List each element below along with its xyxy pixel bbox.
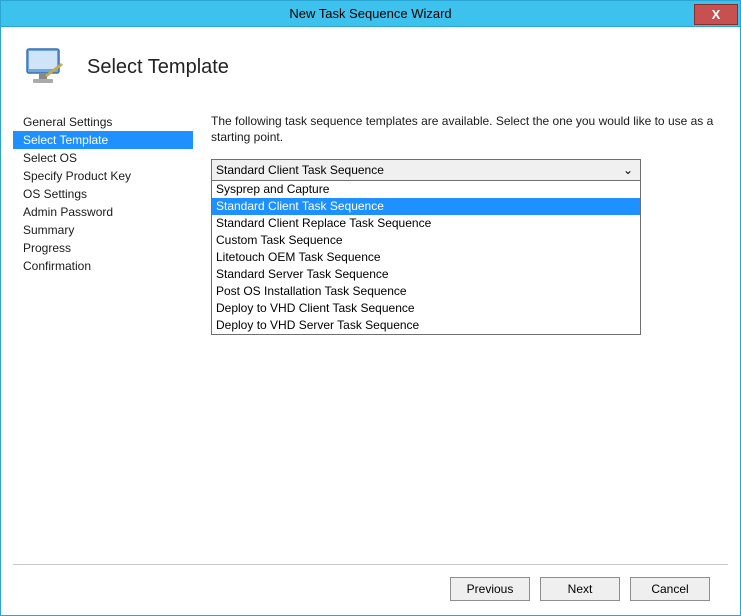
template-dropdown-list: Sysprep and Capture Standard Client Task… (211, 181, 641, 335)
nav-confirmation[interactable]: Confirmation (13, 257, 193, 275)
option-standard-client-replace[interactable]: Standard Client Replace Task Sequence (212, 215, 640, 232)
wizard-nav: General Settings Select Template Select … (13, 107, 193, 564)
chevron-down-icon: ⌄ (620, 163, 636, 177)
option-standard-server[interactable]: Standard Server Task Sequence (212, 266, 640, 283)
wizard-window: New Task Sequence Wizard X Select Templa… (0, 0, 741, 616)
main-panel: The following task sequence templates ar… (193, 107, 728, 564)
previous-button[interactable]: Previous (450, 577, 530, 601)
close-icon: X (712, 7, 721, 22)
main-outer: The following task sequence templates ar… (193, 107, 728, 564)
page-header: Select Template (13, 37, 728, 107)
monitor-icon (21, 43, 69, 91)
option-custom[interactable]: Custom Task Sequence (212, 232, 640, 249)
cancel-button[interactable]: Cancel (630, 577, 710, 601)
option-sysprep-and-capture[interactable]: Sysprep and Capture (212, 181, 640, 198)
nav-os-settings[interactable]: OS Settings (13, 185, 193, 203)
content-area: Select Template General Settings Select … (1, 27, 740, 615)
nav-admin-password[interactable]: Admin Password (13, 203, 193, 221)
nav-progress[interactable]: Progress (13, 239, 193, 257)
option-post-os-installation[interactable]: Post OS Installation Task Sequence (212, 283, 640, 300)
titlebar: New Task Sequence Wizard X (1, 1, 740, 27)
template-combobox-value: Standard Client Task Sequence (216, 163, 384, 177)
template-combobox[interactable]: Standard Client Task Sequence ⌄ (211, 159, 641, 181)
option-deploy-vhd-server[interactable]: Deploy to VHD Server Task Sequence (212, 317, 640, 334)
option-standard-client[interactable]: Standard Client Task Sequence (212, 198, 640, 215)
option-deploy-vhd-client[interactable]: Deploy to VHD Client Task Sequence (212, 300, 640, 317)
nav-specify-product-key[interactable]: Specify Product Key (13, 167, 193, 185)
close-button[interactable]: X (694, 4, 738, 25)
option-litetouch-oem[interactable]: Litetouch OEM Task Sequence (212, 249, 640, 266)
body: General Settings Select Template Select … (13, 107, 728, 564)
instruction-text: The following task sequence templates ar… (211, 113, 718, 145)
footer-buttons: Previous Next Cancel (13, 564, 728, 615)
window-title: New Task Sequence Wizard (289, 6, 451, 21)
next-button[interactable]: Next (540, 577, 620, 601)
nav-summary[interactable]: Summary (13, 221, 193, 239)
nav-select-os[interactable]: Select OS (13, 149, 193, 167)
nav-select-template[interactable]: Select Template (13, 131, 193, 149)
nav-general-settings[interactable]: General Settings (13, 113, 193, 131)
page-title: Select Template (87, 56, 229, 79)
